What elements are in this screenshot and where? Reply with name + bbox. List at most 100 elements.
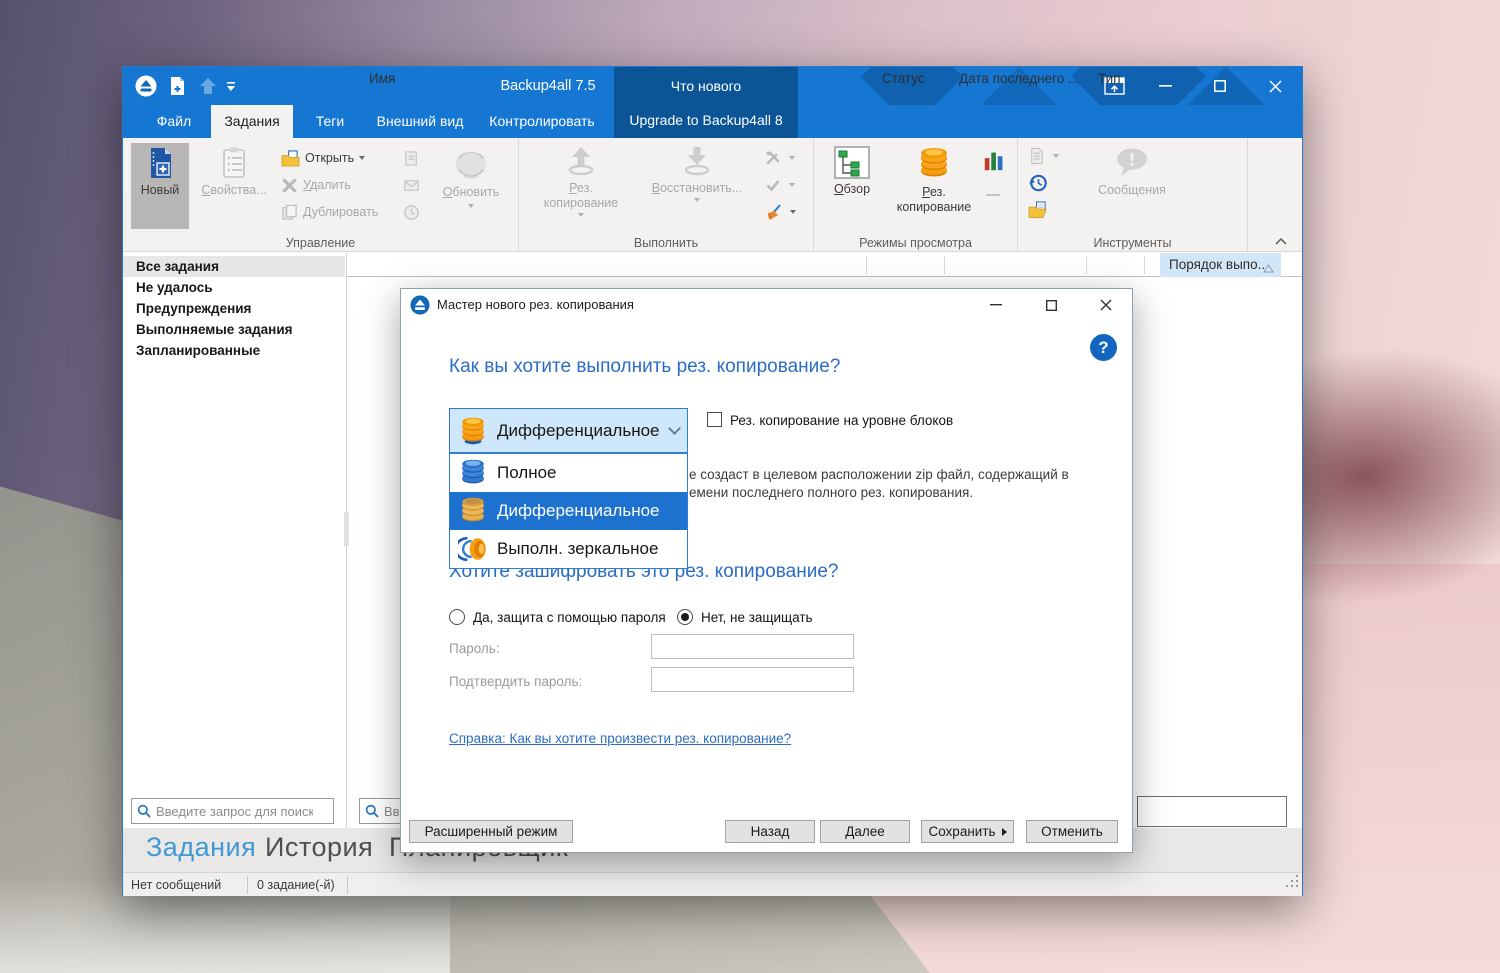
tab-tasks[interactable]: Задания — [211, 105, 293, 138]
column-separator[interactable] — [1086, 256, 1087, 274]
column-header-name[interactable]: Имя — [369, 67, 395, 91]
back-button[interactable]: Назад — [725, 820, 815, 843]
cleanup-button[interactable] — [765, 200, 796, 224]
sidebar-search-input[interactable] — [156, 804, 313, 819]
close-button[interactable] — [1252, 67, 1298, 105]
reports-button — [1028, 144, 1059, 168]
maximize-button[interactable] — [1197, 67, 1243, 105]
column-separator[interactable] — [866, 256, 867, 274]
group-label-manage: Управление — [123, 236, 518, 250]
qat-new-icon[interactable] — [168, 76, 187, 101]
column-header-status[interactable]: Статус — [882, 67, 925, 91]
sidebar-item-warnings[interactable]: Предупреждения — [123, 298, 345, 319]
run-backup-label: Рез. копирование — [533, 181, 629, 211]
sidebar-item-running[interactable]: Выполняемые задания — [123, 319, 345, 340]
option-differential-backup-highlighted[interactable]: Дифференциальное — [450, 492, 687, 530]
wizard-app-icon — [410, 295, 430, 320]
advanced-mode-label: Расширенный режим — [425, 824, 558, 839]
sidebar-search-box[interactable] — [131, 798, 334, 824]
column-header-type[interactable]: Тип — [1098, 67, 1121, 91]
duplicate-label: Дублировать — [303, 205, 378, 219]
open-button[interactable]: Открыть — [281, 146, 365, 170]
option-full-backup[interactable]: Полное — [450, 454, 687, 492]
backup-view-label: Рез. копирование — [888, 185, 980, 215]
backup-type-combobox[interactable]: Дифференциальное — [449, 408, 688, 453]
block-level-checkbox[interactable] — [707, 412, 722, 427]
column-separator[interactable] — [944, 256, 945, 274]
type-description-line2: емени последнего полного рез. копировани… — [689, 485, 973, 500]
column-header-last-date[interactable]: Дата последнего ... — [959, 67, 1079, 91]
bottom-tab-history[interactable]: История — [265, 832, 373, 863]
qat-customize-icon[interactable] — [226, 80, 236, 98]
wizard-maximize-button[interactable] — [1029, 289, 1073, 321]
column-separator[interactable] — [1144, 256, 1145, 274]
import-task-button — [403, 173, 420, 197]
ribbon-group-manage: Новый Свойства... Открыть — [123, 138, 519, 252]
option-mirror-backup[interactable]: Выполн. зеркальное — [450, 530, 687, 568]
new-backup-wizard-dialog: Мастер нового рез. копирования Как вы хо… — [400, 288, 1133, 853]
sidebar-item-failed[interactable]: Не удалось — [123, 277, 345, 298]
explore-view-button[interactable]: Обзор — [822, 143, 882, 229]
backup-type-selected-value: Дифференциальное — [497, 421, 661, 441]
statistics-view-button[interactable] — [982, 148, 1008, 172]
status-messages: Нет сообщений — [131, 873, 221, 897]
filter-input-box[interactable] — [1137, 796, 1287, 827]
new-task-label: Новый — [141, 183, 180, 198]
minimize-button[interactable] — [1142, 67, 1188, 105]
wizard-close-button[interactable] — [1084, 289, 1128, 321]
tab-monitor[interactable]: Контролировать — [481, 105, 603, 138]
save-button[interactable]: Сохранить — [921, 820, 1014, 843]
export-task-button — [403, 146, 420, 170]
collapse-ribbon-button[interactable] — [1275, 232, 1287, 250]
advanced-mode-button[interactable]: Расширенный режим — [409, 820, 573, 843]
group-label-tools: Инструменты — [1018, 236, 1247, 250]
backup-view-button[interactable]: Рез. копирование — [888, 143, 980, 229]
cancel-button[interactable]: Отменить — [1026, 820, 1118, 843]
new-task-button[interactable]: Новый — [131, 143, 189, 229]
cancel-label: Отменить — [1041, 824, 1103, 839]
delete-button: Удалить — [281, 173, 351, 197]
help-button[interactable] — [1090, 334, 1117, 361]
tab-tags[interactable]: Теги — [301, 105, 359, 138]
sidebar-item-all-tasks[interactable]: Все задания — [123, 256, 345, 277]
app-logo-icon[interactable] — [135, 75, 157, 102]
report-document-icon — [1028, 147, 1045, 165]
restore-caret — [694, 198, 700, 202]
search-icon — [137, 804, 151, 818]
type-description-line1: е создаст в целевом расположении zip фай… — [689, 467, 1069, 482]
wizard-type-question: Как вы хотите выполнить рез. копирование… — [449, 356, 840, 378]
save-menu-caret — [1002, 828, 1007, 836]
history-button[interactable] — [1028, 171, 1048, 195]
disk-stack-blue-icon — [458, 458, 488, 488]
radio-password-protect[interactable] — [449, 609, 465, 625]
next-button[interactable]: Далее — [820, 820, 910, 843]
open-label: Открыть — [305, 151, 354, 165]
password-label: Пароль: — [449, 641, 500, 656]
whats-new-label[interactable]: Что нового — [614, 67, 798, 105]
tab-file[interactable]: Файл — [141, 105, 207, 138]
open-dropdown-caret[interactable] — [359, 156, 365, 160]
resize-grip[interactable] — [1286, 875, 1299, 893]
save-label: Сохранить — [928, 824, 995, 839]
cleanup-caret[interactable] — [790, 210, 796, 214]
confirm-password-input — [651, 667, 854, 692]
task-table-header — [347, 253, 1302, 277]
wizard-title-bar: Мастер нового рез. копирования — [401, 289, 1132, 321]
clock-icon — [403, 204, 420, 221]
bottom-tab-tasks[interactable]: Задания — [146, 832, 256, 863]
wizard-minimize-button[interactable] — [974, 289, 1018, 321]
help-link[interactable]: Справка: Как вы хотите произвести рез. к… — [449, 731, 791, 746]
open-backup-button[interactable] — [1028, 198, 1048, 222]
explore-tree-icon — [834, 146, 870, 179]
tab-appearance[interactable]: Внешний вид — [367, 105, 473, 138]
status-bar: Нет сообщений 0 задание(-й) — [123, 872, 1302, 896]
sidebar-splitter-grip[interactable] — [344, 512, 349, 546]
validate-caret — [789, 183, 795, 187]
radio-no-protect-selected[interactable] — [677, 609, 693, 625]
sidebar-item-scheduled[interactable]: Запланированные — [123, 340, 345, 361]
explore-view-label: Обзор — [834, 182, 870, 197]
export-document-icon — [403, 150, 420, 167]
status-separator — [247, 876, 248, 894]
whats-new-upgrade-tab[interactable]: Что нового Upgrade to Backup4all 8 — [614, 67, 798, 138]
upgrade-label[interactable]: Upgrade to Backup4all 8 — [614, 105, 798, 135]
